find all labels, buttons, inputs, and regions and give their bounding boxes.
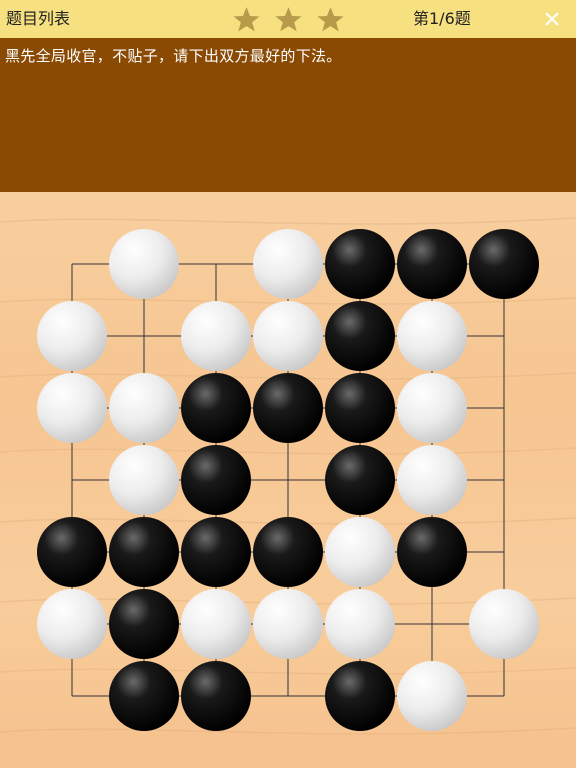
white-stone bbox=[397, 373, 467, 443]
problem-counter: 第1/6题 bbox=[413, 9, 471, 28]
white-stone bbox=[37, 301, 107, 371]
black-stone bbox=[397, 229, 467, 299]
black-stone bbox=[37, 517, 107, 587]
black-stone bbox=[253, 373, 323, 443]
black-stone bbox=[181, 373, 251, 443]
white-stone bbox=[325, 589, 395, 659]
black-stone bbox=[181, 661, 251, 731]
black-stone bbox=[325, 445, 395, 515]
board-canvas[interactable] bbox=[0, 192, 576, 768]
go-board[interactable] bbox=[0, 192, 576, 768]
white-stone bbox=[253, 589, 323, 659]
black-stone bbox=[325, 373, 395, 443]
star-icon bbox=[233, 7, 260, 32]
star-icon bbox=[317, 7, 344, 32]
white-stone bbox=[325, 517, 395, 587]
white-stone bbox=[397, 445, 467, 515]
white-stone bbox=[397, 301, 467, 371]
rating-stars bbox=[232, 6, 345, 32]
black-stone bbox=[253, 517, 323, 587]
problem-description: 黑先全局收官，不贴子，请下出双方最好的下法。 bbox=[5, 47, 342, 65]
white-stone bbox=[37, 373, 107, 443]
white-stone bbox=[109, 229, 179, 299]
black-stone bbox=[181, 517, 251, 587]
black-stone bbox=[181, 445, 251, 515]
top-bar: 题目列表 第1/6题 bbox=[0, 0, 576, 38]
problem-list-button[interactable]: 题目列表 bbox=[6, 0, 70, 38]
black-stone bbox=[469, 229, 539, 299]
black-stone bbox=[325, 229, 395, 299]
black-stone bbox=[325, 301, 395, 371]
wood-grain-line bbox=[0, 727, 576, 735]
star-icon bbox=[275, 7, 302, 32]
white-stone bbox=[37, 589, 107, 659]
white-stone bbox=[397, 661, 467, 731]
black-stone bbox=[109, 517, 179, 587]
black-stone bbox=[109, 589, 179, 659]
white-stone bbox=[253, 229, 323, 299]
white-stone bbox=[469, 589, 539, 659]
white-stone bbox=[253, 301, 323, 371]
wood-grain-line bbox=[0, 217, 576, 225]
white-stone bbox=[109, 373, 179, 443]
problem-description-panel: 黑先全局收官，不贴子，请下出双方最好的下法。 bbox=[0, 38, 576, 192]
black-stone bbox=[397, 517, 467, 587]
close-icon[interactable] bbox=[542, 9, 562, 29]
black-stone bbox=[325, 661, 395, 731]
white-stone bbox=[181, 301, 251, 371]
black-stone bbox=[109, 661, 179, 731]
white-stone bbox=[109, 445, 179, 515]
white-stone bbox=[181, 589, 251, 659]
